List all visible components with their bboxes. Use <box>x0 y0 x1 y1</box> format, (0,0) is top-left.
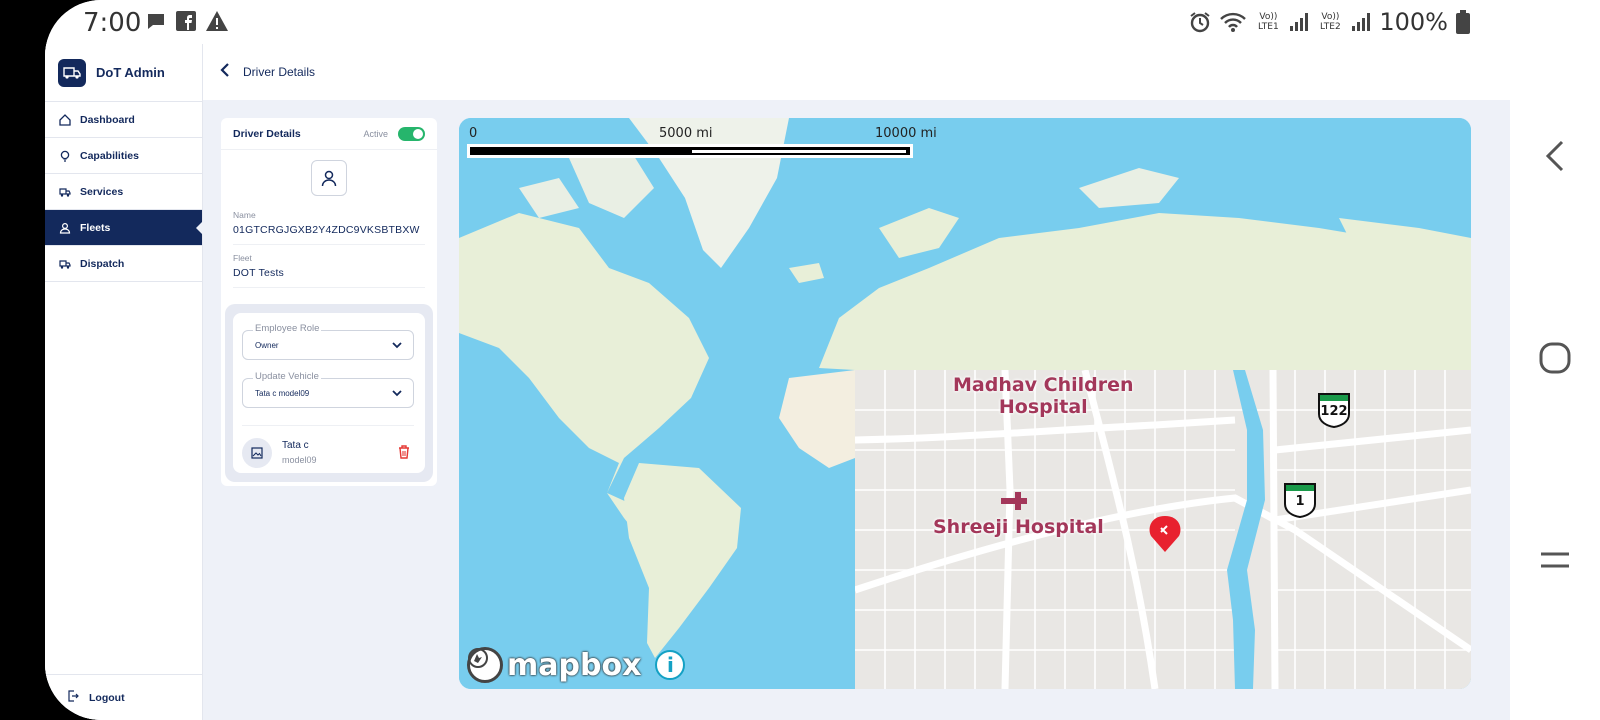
employee-role-select[interactable]: Employee Role Owner <box>242 323 414 360</box>
sim1-label: Vo)) LTE1 <box>1258 12 1279 32</box>
employee-role-value: Owner <box>255 341 279 350</box>
battery-icon <box>1456 10 1470 34</box>
assignment-panel: Employee Role Owner Update Vehicle Tata … <box>225 304 433 482</box>
signal-icon <box>1352 13 1371 31</box>
logout-icon <box>67 690 79 705</box>
status-right: Vo)) LTE1 Vo)) LTE2 100% <box>1189 8 1470 36</box>
scale-label-mid: 5000 mi <box>659 126 713 141</box>
logout-button[interactable]: Logout <box>45 674 202 720</box>
home-nav-icon[interactable] <box>1532 335 1578 381</box>
chevron-down-icon <box>392 342 402 349</box>
name-field: Name 01GTCRGJGXB2Y4ZDC9VKSBTBXW <box>221 210 437 245</box>
hospital-label-shreeji: Shreeji Hospital <box>933 516 1104 538</box>
scale-labels: 0 5000 mi 10000 mi <box>467 126 937 142</box>
vehicle-item: Tata c model09 <box>242 425 414 468</box>
update-vehicle-label: Update Vehicle <box>253 371 321 382</box>
avatar <box>311 160 347 196</box>
active-toggle[interactable] <box>398 126 425 141</box>
city-inset-map[interactable]: Madhav Children Hospital Shreeji Hospita… <box>855 370 1471 689</box>
employee-role-label: Employee Role <box>253 323 322 334</box>
sidebar-item-label: Dispatch <box>80 257 125 270</box>
back-arrow-icon[interactable] <box>219 62 231 83</box>
screen: 7:00 Vo)) LTE1 Vo)) LTE2 100% DoT Admin <box>45 0 1510 720</box>
route-shield-1: 1 <box>1283 482 1317 518</box>
signal-icon <box>1290 13 1309 31</box>
home-icon <box>59 113 71 126</box>
sidebar: DoT Admin Dashboard Capabilities Service… <box>45 44 203 720</box>
facebook-icon <box>176 11 196 31</box>
battery-percent: 100% <box>1379 8 1448 36</box>
alarm-icon <box>1190 12 1210 33</box>
update-vehicle-value: Tata c model09 <box>255 389 310 398</box>
scale-label-zero: 0 <box>469 126 478 141</box>
mapbox-logo-icon <box>467 647 503 683</box>
chevron-down-icon <box>392 390 402 397</box>
update-vehicle-select[interactable]: Update Vehicle Tata c model09 <box>242 371 414 408</box>
sim2-label: Vo)) LTE2 <box>1320 12 1341 32</box>
info-icon[interactable]: i <box>655 650 686 680</box>
wifi-icon <box>1220 12 1247 32</box>
user-icon <box>59 222 71 234</box>
warning-icon <box>206 11 228 31</box>
image-placeholder-icon <box>242 438 272 468</box>
top-bar: Driver Details <box>203 44 1510 100</box>
fleet-label: Fleet <box>233 253 252 263</box>
status-bar: 7:00 Vo)) LTE1 Vo)) LTE2 100% <box>45 0 1510 44</box>
sidebar-item-capabilities[interactable]: Capabilities <box>45 138 202 174</box>
card-header: Driver Details Active <box>221 118 437 150</box>
status-label: Active <box>363 128 388 139</box>
name-value: 01GTCRGJGXB2Y4ZDC9VKSBTBXW <box>233 224 425 245</box>
scale-bar <box>467 144 913 158</box>
page-title: Driver Details <box>243 65 316 79</box>
sidebar-item-fleets[interactable]: Fleets <box>45 210 203 246</box>
fleet-value: DOT Tests <box>233 267 425 288</box>
notification-icons <box>145 10 229 32</box>
brand[interactable]: DoT Admin <box>45 44 202 102</box>
trash-icon[interactable] <box>396 444 412 460</box>
sidebar-item-services[interactable]: Services <box>45 174 202 210</box>
bulb-icon <box>59 150 71 162</box>
sidebar-item-label: Capabilities <box>80 149 139 162</box>
route-shield-122: 122 <box>1317 392 1351 428</box>
brand-name: DoT Admin <box>96 65 165 80</box>
hospital-label-madhav: Madhav Children Hospital <box>953 374 1134 418</box>
device-frame: 7:00 Vo)) LTE1 Vo)) LTE2 100% DoT Admin <box>0 0 1600 720</box>
user-icon <box>321 170 337 187</box>
assignment-card: Employee Role Owner Update Vehicle Tata … <box>233 313 425 473</box>
chat-icon <box>148 14 164 29</box>
mapbox-wordmark: mapbox <box>507 647 642 683</box>
mapbox-attribution[interactable]: mapbox i <box>467 647 686 683</box>
dispatch-icon <box>59 258 71 270</box>
logout-label: Logout <box>89 691 125 704</box>
sidebar-item-label: Dashboard <box>80 113 135 126</box>
truck-icon <box>59 186 71 198</box>
sidebar-item-label: Services <box>80 185 124 198</box>
card-title: Driver Details <box>233 127 301 140</box>
driver-details-card: Driver Details Active Name 01GTCRGJGXB2Y… <box>221 118 437 486</box>
status-group: Active <box>363 126 425 141</box>
back-nav-icon[interactable] <box>1532 133 1578 179</box>
truck-logo-icon <box>58 58 86 87</box>
system-nav-bar <box>1510 0 1600 720</box>
scale-label-end: 10000 mi <box>875 126 937 141</box>
sidebar-item-label: Fleets <box>80 221 111 234</box>
fleet-field: Fleet DOT Tests <box>221 253 437 288</box>
map-view[interactable]: 0 5000 mi 10000 mi Madhav Children Hospi… <box>459 118 1471 689</box>
app: DoT Admin Dashboard Capabilities Service… <box>45 44 1510 720</box>
map-scale: 0 5000 mi 10000 mi <box>467 126 937 158</box>
recents-nav-icon[interactable] <box>1532 537 1578 583</box>
name-label: Name <box>233 210 256 220</box>
sidebar-item-dispatch[interactable]: Dispatch <box>45 246 202 282</box>
vehicle-model: model09 <box>282 455 317 465</box>
vehicle-name: Tata c <box>282 440 309 451</box>
sidebar-item-dashboard[interactable]: Dashboard <box>45 102 202 138</box>
status-time: 7:00 <box>83 8 142 38</box>
